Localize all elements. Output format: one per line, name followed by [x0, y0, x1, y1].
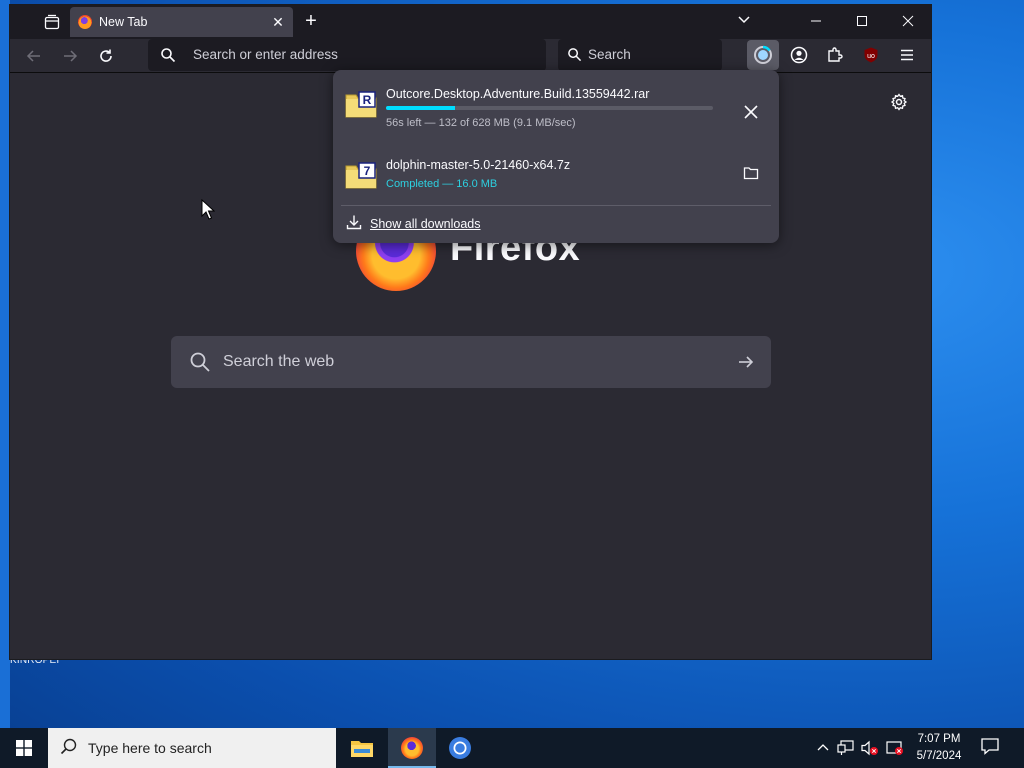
close-icon	[902, 15, 914, 27]
archive-file-icon: 7	[345, 162, 377, 189]
tab-close-icon[interactable]: ✕	[270, 14, 286, 30]
search-icon	[568, 48, 582, 62]
ublock-icon: uo	[864, 47, 878, 63]
clock-date: 5/7/2024	[916, 750, 962, 762]
reload-button[interactable]	[94, 44, 118, 68]
volume-muted-icon	[861, 740, 878, 756]
start-button[interactable]	[0, 728, 48, 768]
security-tray-button[interactable]	[885, 738, 905, 758]
panel-divider	[341, 205, 771, 206]
svg-text:uo: uo	[867, 53, 875, 60]
firefox-view-icon	[44, 14, 60, 30]
downloads-panel: R Outcore.Desktop.Adventure.Build.135594…	[333, 70, 779, 243]
file-explorer-icon	[351, 741, 373, 757]
maximize-button[interactable]	[839, 5, 885, 37]
taskbar-search-box[interactable]: Type here to search	[48, 728, 336, 768]
download-progress-bar	[386, 106, 713, 110]
security-warning-icon	[886, 741, 903, 755]
download-status: 56s left — 132 of 628 MB (9.1 MB/sec)	[386, 117, 576, 129]
search-bar[interactable]: Search	[558, 39, 722, 71]
web-search-box[interactable]: Search the web	[171, 336, 771, 388]
network-tray-button[interactable]	[836, 738, 856, 758]
show-all-downloads-label: Show all downloads	[370, 217, 481, 231]
taskbar-chrome[interactable]	[436, 728, 484, 768]
maximize-icon	[857, 16, 867, 26]
forward-button[interactable]	[58, 44, 82, 68]
mouse-cursor-icon	[201, 199, 215, 220]
download-item[interactable]: R Outcore.Desktop.Adventure.Build.135594…	[333, 70, 779, 132]
download-progress-fill	[386, 106, 455, 110]
cancel-download-button[interactable]	[737, 98, 765, 126]
chevron-up-icon	[817, 744, 829, 751]
archive-file-icon: R	[345, 91, 377, 118]
taskbar-clock[interactable]: 7:07 PM 5/7/2024	[906, 731, 972, 765]
notification-icon	[981, 738, 999, 755]
back-button[interactable]	[22, 44, 46, 68]
action-center-button[interactable]	[980, 736, 1002, 760]
show-hidden-icons-button[interactable]	[813, 738, 833, 758]
download-status: Completed — 16.0 MB	[386, 178, 498, 190]
web-search-placeholder: Search the web	[223, 353, 335, 370]
minimize-icon	[811, 20, 821, 22]
chevron-down-icon	[738, 16, 750, 24]
search-bar-placeholder: Search	[588, 47, 631, 62]
show-all-downloads-button[interactable]: Show all downloads	[341, 211, 641, 237]
download-icon	[346, 215, 362, 230]
new-tab-button[interactable]: +	[300, 11, 322, 33]
desktop-background	[0, 0, 10, 728]
reload-icon	[100, 49, 112, 62]
app-menu-button[interactable]	[891, 40, 923, 70]
archive-letter: 7	[364, 164, 371, 178]
archive-letter: R	[363, 93, 372, 107]
clock-time: 7:07 PM	[917, 733, 961, 745]
list-all-tabs-button[interactable]	[737, 13, 757, 31]
close-window-button[interactable]	[885, 5, 931, 37]
address-bar-placeholder: Search or enter address	[193, 47, 338, 62]
taskbar-search-placeholder: Type here to search	[88, 740, 212, 756]
navigation-toolbar: Search or enter address Search uo	[10, 39, 931, 73]
taskbar-file-explorer[interactable]	[338, 728, 386, 768]
arrow-left-icon	[26, 50, 40, 62]
personalize-settings-button[interactable]	[890, 93, 910, 113]
account-button[interactable]	[783, 40, 815, 70]
show-in-folder-button[interactable]	[737, 159, 765, 187]
search-icon	[161, 48, 176, 63]
hamburger-menu-icon	[901, 49, 913, 61]
download-progress-icon	[754, 45, 772, 64]
gear-icon	[890, 93, 908, 111]
account-icon	[790, 46, 808, 64]
tab-strip: New Tab ✕ +	[10, 5, 931, 39]
download-item[interactable]: 7 dolphin-master-5.0-21460-x64.7z Comple…	[333, 141, 779, 203]
chrome-icon	[449, 737, 471, 759]
taskbar: Type here to search 7:07 PM 5/7/2024	[0, 728, 1024, 768]
download-file-name: Outcore.Desktop.Adventure.Build.13559442…	[386, 87, 650, 101]
search-icon	[60, 738, 77, 755]
arrow-right-icon	[64, 50, 78, 62]
tab-title: New Tab	[99, 15, 148, 29]
search-icon	[190, 352, 210, 372]
close-icon	[744, 105, 758, 119]
taskbar-firefox[interactable]	[388, 728, 436, 768]
address-bar[interactable]: Search or enter address	[148, 39, 546, 71]
extensions-button[interactable]	[819, 40, 851, 70]
minimize-button[interactable]	[793, 5, 839, 37]
network-icon	[837, 740, 854, 755]
volume-tray-button[interactable]	[860, 738, 880, 758]
firefox-favicon-icon	[78, 15, 92, 29]
firefox-view-button[interactable]	[40, 12, 64, 32]
tab-new-tab[interactable]: New Tab ✕	[70, 7, 293, 37]
windows-logo-icon	[16, 740, 32, 756]
arrow-right-icon[interactable]	[737, 353, 755, 371]
downloads-button[interactable]	[747, 40, 779, 70]
download-file-name: dolphin-master-5.0-21460-x64.7z	[386, 158, 571, 172]
puzzle-icon	[828, 47, 843, 62]
firefox-taskbar-icon	[401, 737, 423, 759]
folder-icon	[743, 167, 759, 180]
ublock-origin-button[interactable]: uo	[855, 40, 887, 70]
